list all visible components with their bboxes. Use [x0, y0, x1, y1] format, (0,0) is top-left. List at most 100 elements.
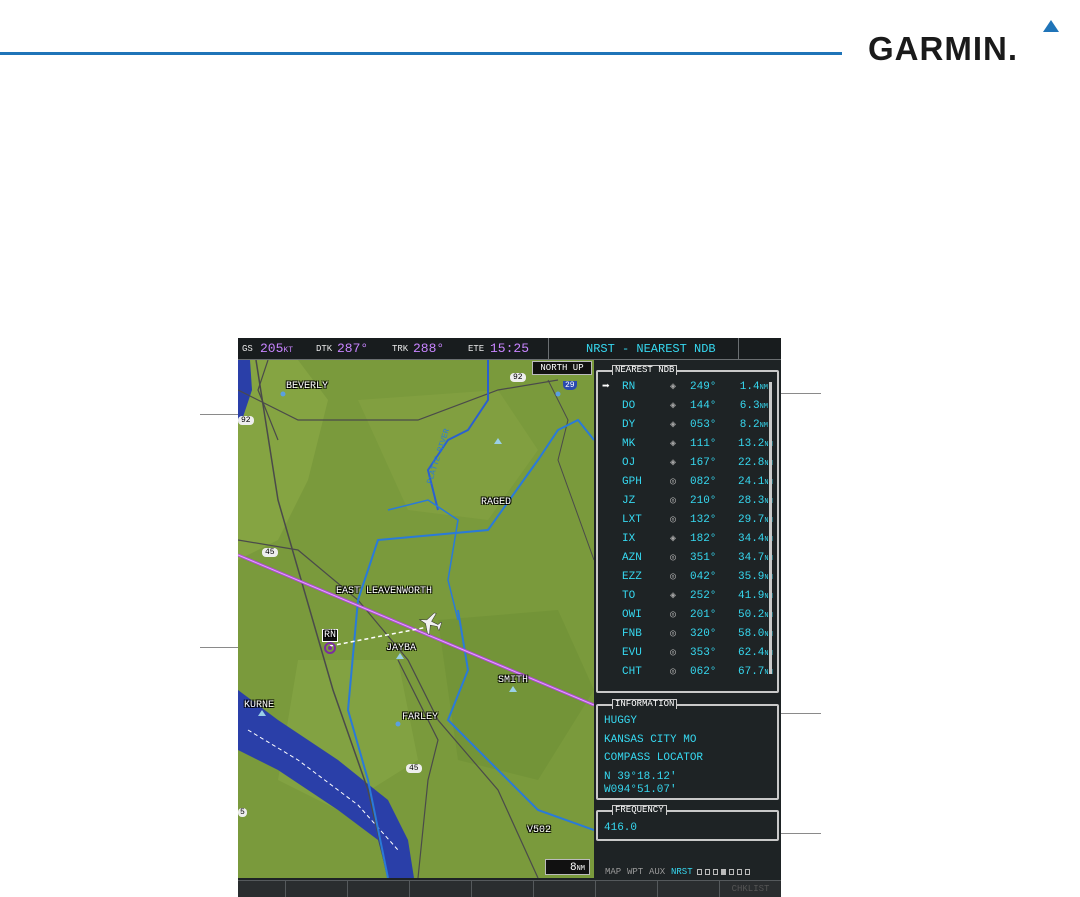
ndb-bearing: 111° [690, 438, 717, 450]
ndb-bearing: 167° [690, 457, 717, 469]
ndb-icon: ◎ [670, 610, 677, 621]
softkey-1[interactable] [238, 881, 286, 897]
ndb-ident: JZ [622, 495, 636, 507]
ndb-ident: DY [622, 419, 636, 431]
interstate-shield-29: 29 [563, 381, 577, 390]
map-range-box[interactable]: 8NM [545, 859, 590, 875]
map-label-east-leavenworth: EAST LEAVENWORTH [336, 586, 433, 597]
ndb-row[interactable]: JZ ◎ 210° 28.3NM [598, 492, 773, 511]
ndb-icon: ◎ [670, 553, 677, 564]
ndb-row[interactable]: FNB ◎ 320° 58.0NM [598, 625, 773, 644]
softkey-3[interactable] [348, 881, 410, 897]
navigation-map[interactable]: NORTH UP BEVERLY RAGED EAST LEAVENWORTH … [238, 360, 594, 878]
ndb-bearing: 320° [690, 628, 717, 640]
marker-beacon-icon: ◈ [670, 420, 677, 431]
topbar-separator [548, 338, 549, 359]
ndb-bearing: 201° [690, 609, 717, 621]
frequency-box: FREQUENCY 416.0 [596, 805, 779, 841]
marker-beacon-icon: ◈ [670, 591, 677, 602]
info-name: HUGGY [604, 715, 638, 727]
ndb-ident: MK [622, 438, 636, 450]
softkey-2[interactable] [286, 881, 348, 897]
ndb-ident: DO [622, 400, 636, 412]
ndb-row[interactable]: DY ◈ 053° 8.2NM [598, 416, 770, 435]
softkey-7[interactable] [596, 881, 658, 897]
nearest-ndb-scrollbar[interactable] [769, 382, 772, 674]
ndb-row[interactable]: EVU ◎ 353° 62.4NM [598, 644, 773, 663]
ndb-row[interactable]: DO ◈ 144° 6.3NM [598, 397, 770, 416]
ndb-row[interactable]: OWI ◎ 201° 50.2NM [598, 606, 773, 625]
ndb-row[interactable]: EZZ ◎ 042° 35.9NM [598, 568, 773, 587]
ndb-ident: OJ [622, 457, 636, 469]
marker-beacon-icon: ◈ [670, 534, 677, 545]
ndb-icon: ◎ [670, 515, 677, 526]
ndb-bearing: 053° [690, 419, 717, 431]
ndb-distance: 1.4NM [739, 381, 768, 393]
frequency-value[interactable]: 416.0 [604, 822, 637, 834]
ndb-icon: ◎ [670, 629, 677, 640]
trk-value: 288° [413, 341, 445, 356]
ndb-icon: ◎ [670, 572, 677, 583]
ndb-row[interactable]: AZN ◎ 351° 34.7NM [598, 549, 773, 568]
ndb-row[interactable]: ➡ RN ◈ 249° 1.4NM [598, 378, 770, 397]
page-indicator [737, 869, 742, 875]
ndb-distance: 50.2NM [738, 609, 773, 621]
map-label-raged: RAGED [481, 497, 512, 508]
ndb-ident: LXT [622, 514, 642, 526]
information-box: INFORMATION HUGGY KANSAS CITY MO COMPASS… [596, 699, 779, 800]
ndb-row[interactable]: OJ ◈ 167° 22.8NM [598, 454, 773, 473]
ndb-row[interactable]: TO ◈ 252° 41.9NM [598, 587, 773, 606]
garmin-logo: GARMIN. [868, 20, 1059, 67]
ndb-row[interactable]: LXT ◎ 132° 29.7NM [598, 511, 773, 530]
ndb-distance: 35.9NM [738, 571, 773, 583]
softkey-4[interactable] [410, 881, 472, 897]
marker-beacon-icon: ◈ [670, 458, 677, 469]
map-terrain [238, 360, 594, 878]
ndb-icon: ◎ [670, 477, 677, 488]
ndb-ident: TO [622, 590, 636, 602]
logo-triangle-icon [1043, 20, 1059, 32]
ndb-distance: 34.7NM [738, 552, 773, 564]
ndb-distance: 13.2NM [738, 438, 773, 450]
ndb-row[interactable]: GPH ◎ 082° 24.1NM [598, 473, 773, 492]
ndb-distance: 8.2NM [739, 419, 768, 431]
highway-shield-5: 5 [238, 808, 247, 817]
softkey-8[interactable] [658, 881, 720, 897]
ndb-bearing: 351° [690, 552, 717, 564]
softkey-6[interactable] [534, 881, 596, 897]
info-lat: N 39°18.12' [604, 771, 677, 783]
ndb-ident: GPH [622, 476, 642, 488]
map-orientation-box: NORTH UP [532, 361, 592, 375]
ndb-row[interactable]: CHT ◎ 062° 67.7NM [598, 663, 773, 682]
ndb-distance: 28.3NM [738, 495, 773, 507]
callout-line-info [778, 713, 821, 714]
dtk-label: DTK [316, 344, 333, 354]
ndb-row[interactable]: IX ◈ 182° 34.4NM [598, 530, 773, 549]
ndb-ident: CHT [622, 666, 642, 678]
ndb-bearing: 144° [690, 400, 717, 412]
highway-shield-92b: 92 [238, 416, 254, 425]
map-label-kurne: KURNE [244, 700, 275, 711]
ndb-row[interactable]: MK ◈ 111° 13.2NM [598, 435, 773, 454]
nearest-ndb-box: NEAREST NDB ➡ RN ◈ 249° 1.4NM DO ◈ 144° 6.3NM DY ◈… [596, 365, 779, 693]
map-label-beverly: BEVERLY [286, 381, 329, 392]
ndb-bearing: 062° [690, 666, 717, 678]
ndb-distance: 67.7NM [738, 666, 773, 678]
softkey-5[interactable] [472, 881, 534, 897]
nav-status-bar: GS 205KT DTK 287° TRK 288° ETE 15:25 NRS… [238, 338, 781, 360]
ndb-ident: AZN [622, 552, 642, 564]
ndb-bearing: 353° [690, 647, 717, 659]
gs-label: GS [242, 344, 253, 354]
page-group-aux: AUX [649, 867, 666, 877]
ndb-bearing: 042° [690, 571, 717, 583]
nearest-ndb-title: NEAREST NDB [612, 365, 678, 375]
callout-line-nearest [778, 393, 821, 394]
marker-beacon-icon: ◈ [670, 382, 677, 393]
gs-value: 205KT [260, 341, 294, 356]
ndb-ident: RN [622, 381, 636, 393]
highway-shield-45: 45 [262, 548, 278, 557]
softkey-checklist[interactable]: CHKLIST [720, 881, 781, 897]
ndb-distance: 58.0NM [738, 628, 773, 640]
ndb-distance: 62.4NM [738, 647, 773, 659]
map-label-rn: RN [322, 629, 339, 642]
